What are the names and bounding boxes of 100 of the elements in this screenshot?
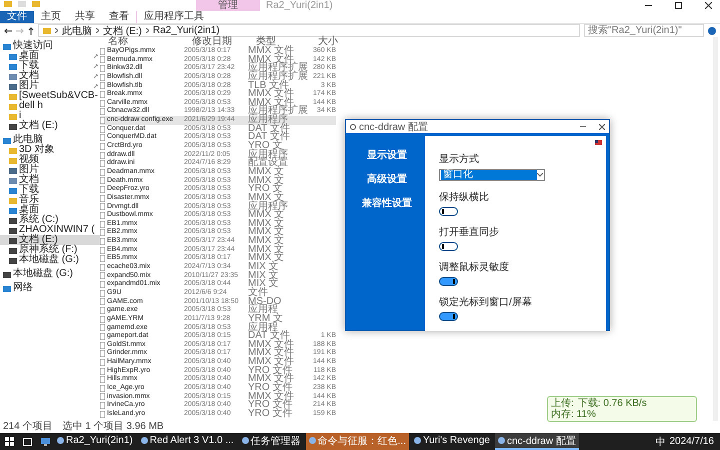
nav-item[interactable]: 3D 对象 (0, 145, 100, 155)
back-icon[interactable] (4, 28, 12, 34)
file-type: 应用程序扩展 (248, 72, 308, 82)
download-speed: 下载: 0.76 KB/s (578, 398, 647, 409)
item-count: 214 个项目 (3, 421, 52, 433)
taskbar-button[interactable]: 任务管理器 (238, 433, 304, 450)
file-type: MMX 文件 (248, 392, 294, 402)
taskbar-button[interactable]: Ra2_Yuri(2in1) (54, 433, 136, 450)
file-type: MMX 文件 (248, 90, 294, 99)
nav-item[interactable]: 文档 (E:) (0, 121, 100, 131)
folder-icon (32, 0, 40, 7)
file-type: MMX 文件 (248, 358, 294, 367)
nav-item[interactable]: i (0, 111, 100, 121)
nav-item[interactable]: 文档 (E:) (0, 235, 100, 245)
context-tab[interactable]: 管理 (196, 0, 260, 11)
chevron-down-icon (537, 173, 543, 177)
ribbon-tab[interactable]: 主页 (34, 11, 68, 23)
column-header[interactable]: 名称 (100, 37, 184, 47)
nav-item[interactable]: [SweetSub&VCB- (0, 91, 100, 101)
help-icon[interactable] (708, 26, 716, 34)
app-icon (57, 437, 64, 444)
nav-item[interactable]: 图片 (0, 165, 100, 175)
folder-icon (43, 27, 51, 34)
nav-item[interactable]: 本地磁盘 (G:) (0, 255, 100, 265)
file-type: YRO 文 (248, 185, 282, 194)
app-icon (308, 437, 316, 444)
toggle-label: 锁定光标到窗口/屏幕 (439, 296, 533, 309)
file-type: MMX 文 (248, 220, 284, 228)
file-type: 应用程序 (248, 202, 288, 212)
file-type: MMX 文 (248, 246, 284, 254)
file-type: MIX 文 (248, 272, 279, 280)
nav-item[interactable]: 本地磁盘 (G:) (0, 269, 100, 279)
chevron-icon (146, 28, 149, 33)
app-icon (242, 437, 249, 444)
file-type: YRO 文件 (248, 401, 292, 410)
nav-item[interactable]: ZHAOXINWIN7 ( (0, 225, 100, 235)
toggle-switch[interactable] (439, 312, 458, 321)
settings-menu-item[interactable]: 显示设置 (367, 148, 407, 162)
windows-icon[interactable] (4, 437, 14, 446)
toggle-label: 保持纵横比 (439, 190, 490, 204)
address-bar[interactable]: 此电脑 文档 (E:) Ra2_Yuri(2in1) (38, 24, 580, 37)
nav-item[interactable]: 音乐 (0, 195, 100, 205)
settings-menu-item[interactable]: 兼容性设置 (362, 196, 412, 210)
file-type: DAT 文件 (248, 332, 290, 341)
display-mode-dropdown[interactable]: 窗口化 (439, 169, 545, 181)
field-label: 显示方式 (439, 152, 480, 166)
minimize-icon[interactable] (644, 5, 652, 6)
nav-item[interactable]: 下载 (0, 185, 100, 195)
file-type: MMX 文 (248, 211, 284, 220)
nav-item[interactable]: 桌面 (0, 51, 100, 61)
file-type: TLB 文件 (248, 82, 290, 90)
nav-item[interactable]: 桌面 (0, 205, 100, 215)
toggle-switch[interactable] (439, 277, 458, 286)
taskbar-button[interactable]: Yuri's Revenge (411, 433, 493, 450)
nav-item[interactable]: 此电脑 (0, 135, 100, 145)
nav-item[interactable]: 网络 (0, 283, 100, 293)
nav-item[interactable]: 文档 (0, 175, 100, 185)
taskbar-button[interactable]: Red Alert 3 V1.0 ... (138, 433, 237, 450)
file-type: 应用程 (248, 324, 278, 332)
file-type: MMX 文件 (248, 47, 294, 56)
file-type: MMX 文 (248, 176, 284, 186)
ribbon-tab[interactable]: 查看 (102, 11, 136, 23)
close-icon[interactable] (599, 124, 605, 130)
ribbon-tab[interactable]: 共享 (68, 11, 102, 23)
search-field[interactable]: 搜索"Ra2_Yuri(2in1)" (584, 24, 704, 37)
app-icon (350, 124, 356, 130)
file-type: YRO 文件 (248, 366, 292, 376)
nav-item[interactable]: 快速访问 (0, 41, 100, 51)
nav-item[interactable]: dell h (0, 101, 100, 111)
nav-item[interactable]: 文档 (0, 71, 100, 81)
file-type: MMX 文件 (248, 340, 294, 350)
nav-item[interactable]: 下载 (0, 61, 100, 71)
up-icon[interactable] (28, 26, 34, 34)
file-type: DAT 文件 (248, 124, 290, 134)
input-method[interactable]: 中 (656, 434, 666, 448)
toggle-switch[interactable] (439, 242, 458, 251)
folder-icon (4, 0, 12, 7)
column-header[interactable]: 修改日期 (184, 37, 248, 47)
maximize-icon[interactable] (674, 2, 682, 9)
close-icon[interactable] (704, 2, 712, 9)
nav-item[interactable]: 系统 (C:) (0, 215, 100, 225)
column-header[interactable]: 大小 (310, 37, 336, 47)
settings-menu-item[interactable]: 高级设置 (367, 172, 407, 186)
file-type: MMX 文 (248, 168, 284, 177)
taskbar-button[interactable]: cnc-ddraw 配置 (494, 433, 579, 450)
ribbon-tab[interactable]: 应用程序工具 (136, 11, 211, 23)
toggle-switch[interactable] (439, 207, 458, 216)
file-type: MMX 文 (248, 237, 284, 246)
file-type: YRO 文件 (248, 384, 292, 393)
clock-date[interactable]: 2024/7/16 (670, 436, 714, 447)
nav-item[interactable]: 图片 (0, 81, 100, 91)
task-view-icon[interactable] (22, 438, 32, 446)
file-type: 文件 (248, 288, 268, 298)
memory-usage: 内存: 11% (551, 409, 596, 420)
toggle-label: 调整鼠标灵敏度 (439, 260, 510, 274)
nav-item[interactable]: 视频 (0, 155, 100, 165)
nav-item[interactable]: 原神系统 (F:) (0, 245, 100, 255)
taskbar-button[interactable]: 命令与征服：红色... (306, 433, 409, 450)
ribbon-tab[interactable]: 文件 (0, 11, 34, 23)
dialog-title: cnc-ddraw 配置 (359, 120, 429, 134)
